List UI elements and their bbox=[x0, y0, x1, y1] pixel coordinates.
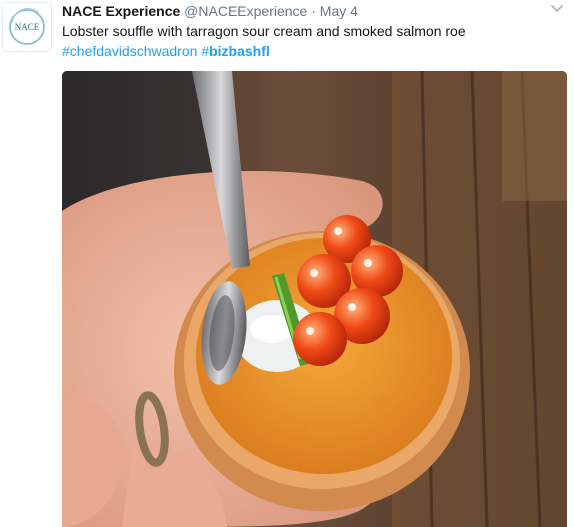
food-photo-illustration bbox=[62, 71, 567, 527]
tweet: NACE NACE Experience @NACEExperience · M… bbox=[0, 0, 574, 527]
avatar-logo-text: NACE bbox=[15, 22, 40, 32]
tweet-text: Lobster souffle with tarragon sour cream… bbox=[62, 23, 466, 39]
hashtag-chefdavidschwadron[interactable]: #chefdavidschwadron bbox=[62, 43, 197, 59]
chevron-down-icon[interactable] bbox=[548, 0, 566, 18]
separator-dot: · bbox=[311, 3, 316, 19]
display-name[interactable]: NACE Experience bbox=[62, 3, 180, 19]
screen-name[interactable]: @NACEExperience bbox=[184, 3, 307, 19]
tweet-photo[interactable] bbox=[62, 71, 567, 527]
timestamp[interactable]: May 4 bbox=[320, 3, 358, 19]
hashtag-bold: bizbashfl bbox=[209, 43, 270, 59]
hashtag-bizbashfl[interactable]: #bizbashfl bbox=[201, 43, 269, 59]
hashtag-prefix: # bbox=[201, 43, 210, 59]
nace-logo: NACE bbox=[3, 3, 51, 51]
hashtag-line: #chefdavidschwadron #bizbashfl bbox=[62, 41, 270, 61]
tweet-header: NACE Experience @NACEExperience · May 4 bbox=[62, 2, 542, 20]
avatar[interactable]: NACE bbox=[2, 2, 52, 52]
